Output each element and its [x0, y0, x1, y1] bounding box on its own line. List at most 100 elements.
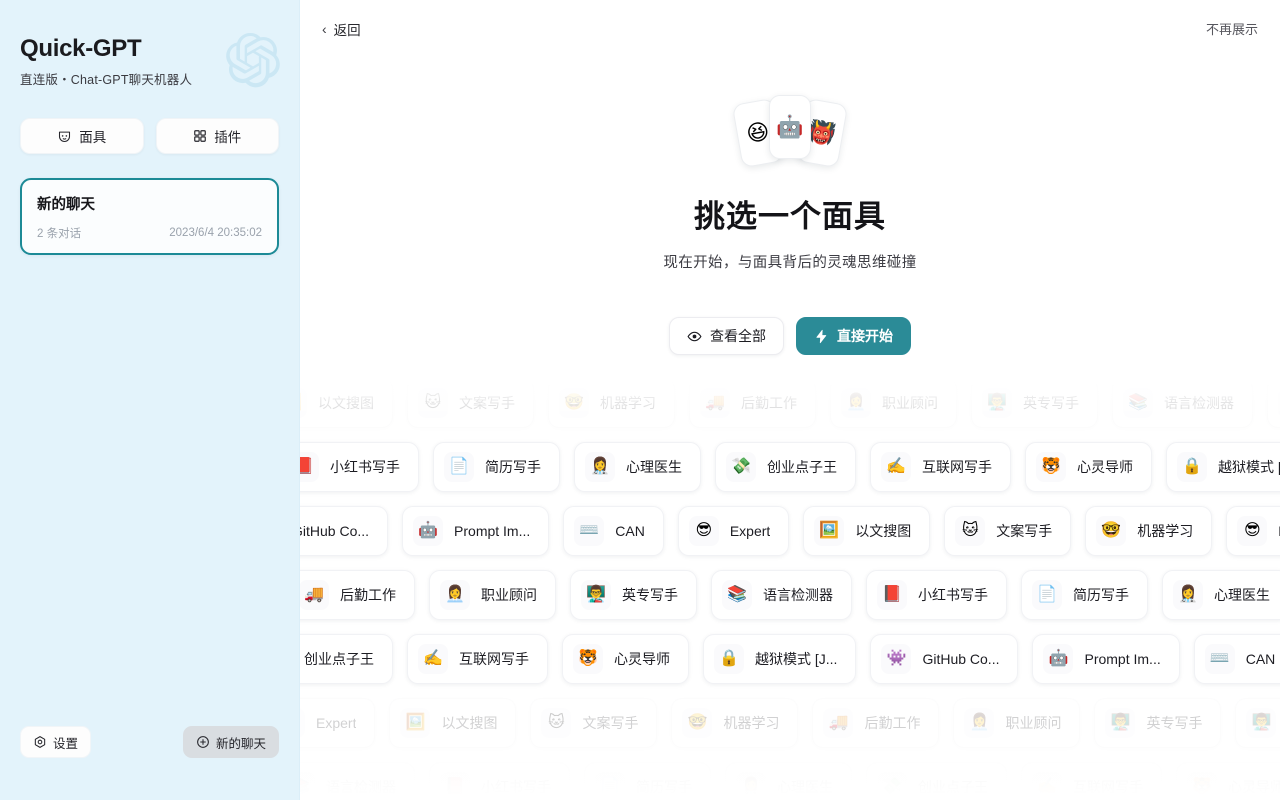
mask-avatar-icon: 📕 — [300, 452, 319, 482]
mask-card[interactable]: 🖼️ 以文搜图 — [803, 506, 931, 556]
mask-card[interactable]: 🤓机器学习 — [548, 378, 675, 428]
mask-card-label: 文案写手 — [582, 715, 639, 731]
chat-list: 新的聊天 2 条对话 2023/6/4 20:35:02 — [20, 178, 279, 256]
mask-card[interactable]: 📄 简历写手 — [1021, 570, 1148, 620]
mask-card[interactable]: 🐯 心灵导师 — [1025, 442, 1152, 492]
plugins-button[interactable]: 插件 — [155, 118, 279, 155]
mask-marquee: 🖼️ 以文搜图 🐱 文案写手 🤓 机器学习 🚚 后勤工作 👩‍💼 职业顾问 👨‍🏫 英专写手 📚 语言检测… — [300, 378, 1280, 800]
chat-list-item[interactable]: 新的聊天 2 条对话 2023/6/4 20:35:02 — [20, 178, 279, 256]
mask-avatar-icon: ✍️ — [881, 452, 911, 482]
mask-card[interactable]: ✍️ 互联网写手 — [1021, 762, 1162, 800]
mask-card[interactable]: 👩‍💼 职业顾问 — [830, 378, 957, 428]
mask-row: 📚 语言检测器 📕 小红书写手 📄 简历写手 👩‍⚕️ 心理医生 💸 创业点子王 ✍️ 互联网写手 🐯 心… — [300, 762, 1280, 800]
mask-card[interactable]: 💸创业点子王 — [715, 442, 856, 492]
mask-row: 💸创业点子王 ✍️ 互联网写手 🐯 心灵导师 🔒 越狱模式 [J... 👾 GitHub Co.… — [300, 634, 1280, 684]
mask-card[interactable]: 🤖 Prompt Im... — [1032, 634, 1180, 684]
mask-row: 🖼️ 以文搜图 🐱 文案写手 🤓 机器学习 🚚 后勤工作 👩‍💼 职业顾问 👨‍🏫 英专写手 📚 语言检测… — [300, 378, 1280, 428]
mask-card-label: 简历写手 — [1073, 587, 1129, 603]
mask-card-label: 职业顾问 — [1005, 715, 1062, 731]
mask-card-label: 机器学习 — [600, 395, 656, 411]
mask-avatar-icon: 📚 — [300, 772, 315, 800]
mask-avatar-icon: ⌨️ — [1204, 644, 1235, 674]
mask-card[interactable]: 👾GitHub Co... — [870, 634, 1019, 684]
sidebar-actions: 面具 插件 — [20, 118, 279, 155]
mask-card[interactable]: ⌨️ CAN — [1193, 634, 1280, 684]
mask-card[interactable]: 🤓机器学习 — [1267, 378, 1280, 428]
mask-card[interactable]: 👨‍🏫英专写手 — [1094, 698, 1222, 748]
mask-avatar-icon: 🔒 — [1177, 452, 1207, 482]
mask-card[interactable]: 👩‍⚕️ 心理医生 — [574, 442, 701, 492]
mask-card[interactable]: 👾GitHub Co... — [300, 506, 389, 556]
mask-card[interactable]: 📄 简历写手 — [584, 762, 711, 800]
mask-row: 📕 小红书写手 📄 简历写手 👩‍⚕️ 心理医生 💸 创业点子王 ✍️ 互联网写手 🐯 心灵导师 🔒 越狱… — [300, 442, 1280, 492]
mask-avatar-icon: 😎 — [300, 708, 305, 738]
mask-card[interactable]: 👩‍⚕️ 心理医生 — [725, 762, 852, 800]
mask-card[interactable]: 💸创业点子王 — [866, 762, 1007, 800]
mask-card[interactable]: 🔒 越狱模式 [J... — [1166, 442, 1280, 492]
mask-card[interactable]: ✍️ 互联网写手 — [870, 442, 1011, 492]
mask-card[interactable]: 💸创业点子王 — [300, 634, 393, 684]
mask-card[interactable]: ⌨️ CAN — [563, 506, 664, 556]
mask-card-label: GitHub Co... — [300, 523, 370, 539]
mask-card-label: 越狱模式 [J... — [1218, 459, 1280, 475]
masks-button-label: 面具 — [79, 130, 107, 146]
mask-card[interactable]: 👩‍💼 职业顾问 — [953, 698, 1081, 748]
mask-card[interactable]: 📄 简历写手 — [433, 442, 560, 492]
mask-card[interactable]: 📚 语言检测器 — [1112, 378, 1253, 428]
mask-card[interactable]: 🐱 文案写手 — [944, 506, 1072, 556]
mask-card[interactable]: 🐯 心灵导师 — [562, 634, 689, 684]
mask-card[interactable]: 🚚 后勤工作 — [300, 570, 415, 620]
mask-card[interactable]: 👨‍🏫英专写手 — [1235, 698, 1280, 748]
mask-card[interactable]: 🚚 后勤工作 — [689, 378, 816, 428]
mask-row: 🚚 后勤工作 👩‍💼 职业顾问 👨‍🏫 英专写手 📚 语言检测器 📕 小红书写手 📄 简历写手 👩‍⚕️… — [300, 570, 1280, 620]
dismiss-button[interactable]: 不再展示 — [1204, 15, 1260, 42]
mask-avatar-icon: 👩‍💼 — [841, 388, 871, 418]
back-button[interactable]: ‹ 返回 — [322, 19, 361, 39]
start-button[interactable]: 直接开始 — [796, 317, 911, 355]
mask-card-label: 以文搜图 — [318, 395, 374, 411]
mask-card[interactable]: 🤖 Prompt Im... — [402, 506, 550, 556]
mask-card[interactable]: 🐱 文案写手 — [530, 698, 658, 748]
mask-card[interactable]: ✍️ 互联网写手 — [407, 634, 548, 684]
mask-card[interactable]: 😎Expert — [1226, 506, 1280, 556]
mask-card[interactable]: 🚚 后勤工作 — [812, 698, 940, 748]
mask-card[interactable]: 😎Expert — [300, 698, 376, 748]
view-all-button[interactable]: 查看全部 — [669, 317, 784, 355]
back-button-label: 返回 — [333, 22, 361, 38]
mask-card[interactable]: 📕 小红书写手 — [866, 570, 1007, 620]
mask-card[interactable]: 📕 小红书写手 — [300, 442, 419, 492]
mask-card[interactable]: 🖼️ 以文搜图 — [300, 378, 393, 428]
mask-card-label: 以文搜图 — [855, 523, 912, 539]
mask-card[interactable]: 📚 语言检测器 — [711, 570, 852, 620]
mask-avatar-icon: 🖼️ — [300, 388, 307, 418]
mask-card[interactable]: 🐯 心灵导师 — [1176, 762, 1280, 800]
mask-card[interactable]: 👨‍🏫英专写手 — [971, 378, 1098, 428]
mask-card[interactable]: 🤓机器学习 — [1085, 506, 1213, 556]
mask-card-label: 心灵导师 — [1077, 459, 1133, 475]
mask-card[interactable]: 👩‍⚕️ 心理医生 — [1162, 570, 1280, 620]
mask-card[interactable]: 📕 小红书写手 — [429, 762, 570, 800]
mask-card[interactable]: 😎Expert — [677, 506, 790, 556]
mask-card[interactable]: 🖼️ 以文搜图 — [389, 698, 517, 748]
mask-card[interactable]: 👨‍🏫英专写手 — [570, 570, 697, 620]
mask-card[interactable]: 🤓机器学习 — [671, 698, 799, 748]
mask-card-label: 小红书写手 — [330, 459, 400, 475]
mask-card[interactable]: 🐱 文案写手 — [407, 378, 534, 428]
mask-avatar-icon: 👨‍🏫 — [1246, 708, 1277, 738]
mask-card[interactable]: 🔒 越狱模式 [J... — [703, 634, 857, 684]
masks-button[interactable]: 面具 — [20, 118, 144, 155]
mask-avatar-icon: 🤖 — [413, 516, 444, 546]
mask-card-label: 后勤工作 — [864, 715, 921, 731]
mask-card-label: 心理医生 — [1214, 587, 1270, 603]
mask-card-label: 英专写手 — [622, 587, 678, 603]
mask-avatar-icon: 🚚 — [300, 580, 329, 610]
mask-card[interactable]: 👩‍💼 职业顾问 — [429, 570, 556, 620]
new-chat-button[interactable]: 新的聊天 — [182, 726, 279, 758]
mask-avatar-icon: 🐱 — [955, 516, 986, 546]
mask-card-label: 创业点子王 — [304, 651, 374, 667]
settings-button[interactable]: 设置 — [20, 726, 92, 758]
mask-card[interactable]: 📚 语言检测器 — [300, 762, 415, 800]
mask-card-label: Prompt Im... — [1084, 651, 1161, 667]
mask-row: 👾GitHub Co... 🤖 Prompt Im... ⌨️ CAN 😎 Expert 🖼️… — [300, 506, 1280, 556]
hero-actions: 查看全部 直接开始 — [300, 317, 1280, 355]
